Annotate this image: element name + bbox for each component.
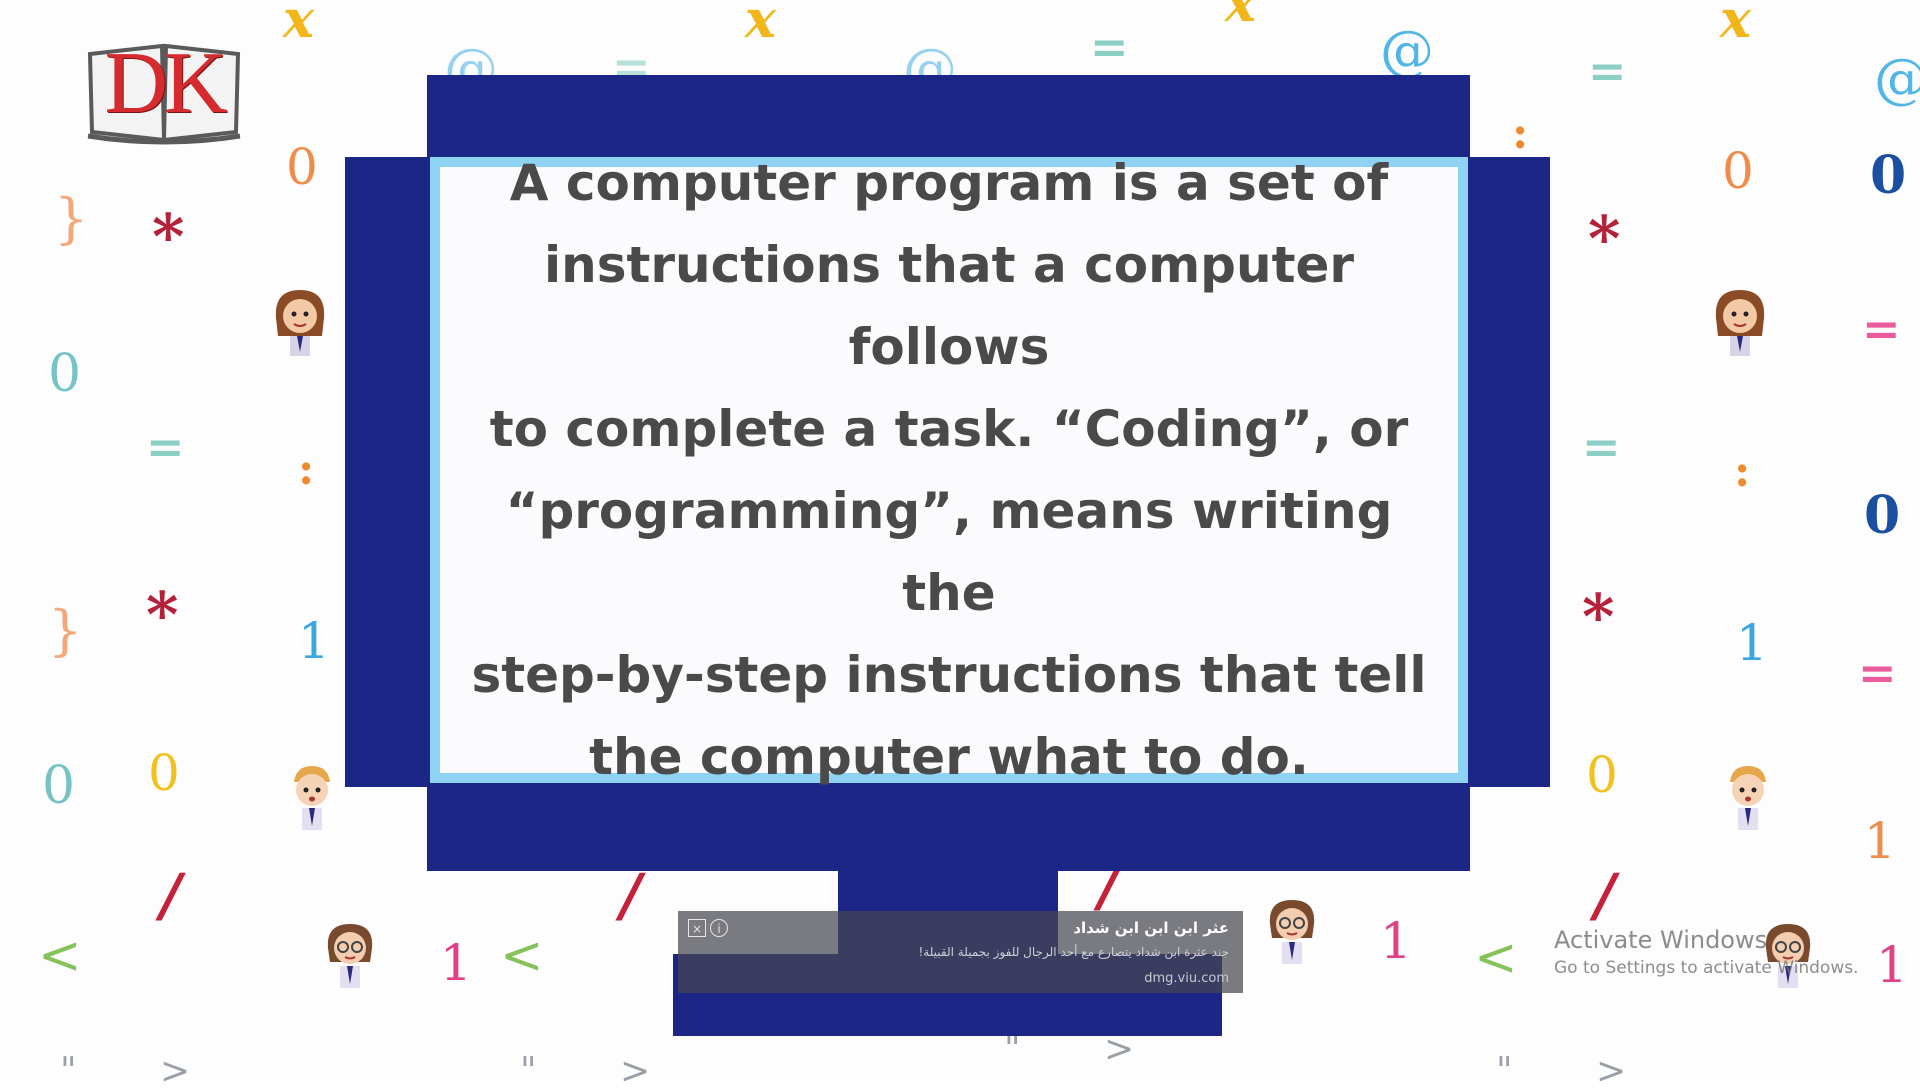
definition-line: A computer program is a set of — [509, 154, 1389, 212]
monitor-screen: A computer program is a set of instructi… — [430, 154, 1468, 786]
definition-line: to complete a task. “Coding”, or — [489, 400, 1409, 458]
glyph-zero: 0 — [42, 756, 76, 816]
dk-logo-text: DK — [104, 35, 227, 132]
girl-figure-icon — [1715, 290, 1765, 356]
glyph-colon: : — [1734, 446, 1751, 497]
glyph-star: * — [146, 578, 179, 651]
glyph-star: * — [1588, 202, 1621, 275]
glyph-colon: : — [298, 444, 315, 495]
glyph-quote: " — [1496, 1051, 1513, 1092]
glasses-figure-icon — [327, 924, 373, 988]
definition-line: step-by-step instructions that tell — [471, 646, 1427, 704]
glyph-slash: / — [1594, 861, 1616, 929]
glyph-less-than: < — [500, 926, 544, 986]
glyph-slash: / — [160, 861, 182, 929]
glyph-less-than: < — [1474, 928, 1518, 988]
glyph-zero: 0 — [1722, 142, 1754, 200]
glyph-x: x — [283, 0, 315, 50]
definition-line: “programming”, means writing the — [505, 482, 1393, 622]
glyph-zero: 0 — [48, 344, 82, 404]
activate-windows-watermark: Activate Windows Go to Settings to activ… — [1554, 924, 1859, 980]
boy-figure-icon — [294, 766, 330, 830]
glyph-zero: 0 — [1870, 145, 1907, 206]
glyph-colon: : — [1512, 108, 1529, 159]
monitor-frame-right — [1468, 157, 1550, 787]
glyph-at: @ — [1380, 19, 1434, 82]
glyph-equals: = — [1090, 20, 1129, 74]
glyph-zero: 0 — [1864, 485, 1901, 546]
close-icon[interactable]: × — [688, 919, 706, 937]
glyph-equals: = — [1582, 420, 1621, 474]
info-icon[interactable]: i — [710, 919, 728, 937]
glyph-equals: = — [1858, 646, 1897, 700]
glyph-x: x — [1720, 0, 1752, 50]
glyph-zero: 0 — [148, 744, 180, 802]
glyph-zero: 0 — [286, 138, 318, 196]
glyph-zero: 0 — [1586, 746, 1618, 804]
glyph-equals: = — [1588, 44, 1627, 98]
ad-controls: × i — [688, 919, 728, 937]
glyph-quote: " — [520, 1051, 537, 1092]
glyph-one: 1 — [298, 612, 330, 670]
definition-line: instructions that a computer follows — [543, 236, 1355, 376]
ad-title[interactable]: عثر ابن ابن ابن شداد — [1073, 919, 1229, 937]
glyph-star: * — [152, 200, 185, 273]
glyph-greater-than: > — [1596, 1051, 1627, 1092]
glyph-one: 1 — [440, 934, 472, 992]
glyph-equals: = — [1862, 302, 1901, 356]
glyph-equals: = — [146, 420, 185, 474]
activate-windows-title: Activate Windows — [1554, 926, 1768, 954]
glyph-x: x — [745, 0, 777, 50]
glyph-one: 1 — [1876, 936, 1908, 994]
glyph-quote: " — [1004, 1029, 1021, 1070]
glyph-greater-than: > — [160, 1051, 191, 1092]
glyph-x: x — [1225, 0, 1257, 34]
glyph-greater-than: > — [620, 1051, 651, 1092]
girl-figure-icon — [275, 290, 325, 356]
glyph-greater-than: > — [1104, 1029, 1135, 1070]
ad-description: جند عثرة ابن شداد يتصارع مع أحد الرجال ل… — [918, 945, 1229, 959]
dk-logo: DK — [84, 36, 244, 146]
glyph-at: @ — [1874, 52, 1920, 106]
glyph-brace: } — [48, 599, 83, 662]
definition-line: the computer what to do. — [589, 728, 1309, 786]
glasses-figure-icon — [1269, 900, 1315, 964]
glyph-quote: " — [60, 1051, 77, 1092]
glyph-less-than: < — [38, 926, 82, 986]
monitor-frame-left — [345, 157, 430, 787]
glyph-one: 1 — [1380, 912, 1412, 970]
glyph-brace: } — [54, 187, 89, 250]
glyph-star: * — [1582, 580, 1615, 653]
glyph-one: 1 — [1736, 614, 1768, 672]
glyph-one: 1 — [1864, 812, 1896, 870]
glyph-slash: / — [620, 861, 642, 929]
boy-figure-icon — [1730, 766, 1766, 830]
ad-url[interactable]: dmg.viu.com — [1144, 971, 1229, 986]
activate-windows-subtitle: Go to Settings to activate Windows. — [1554, 958, 1859, 978]
ad-banner[interactable]: × i عثر ابن ابن ابن شداد جند عثرة ابن شد… — [678, 911, 1243, 993]
definition-text: A computer program is a set of instructi… — [469, 142, 1429, 798]
video-frame[interactable]: DK x x x x @ @ @ @ = = = = = = = 0 0 0 0… — [0, 0, 1920, 1090]
